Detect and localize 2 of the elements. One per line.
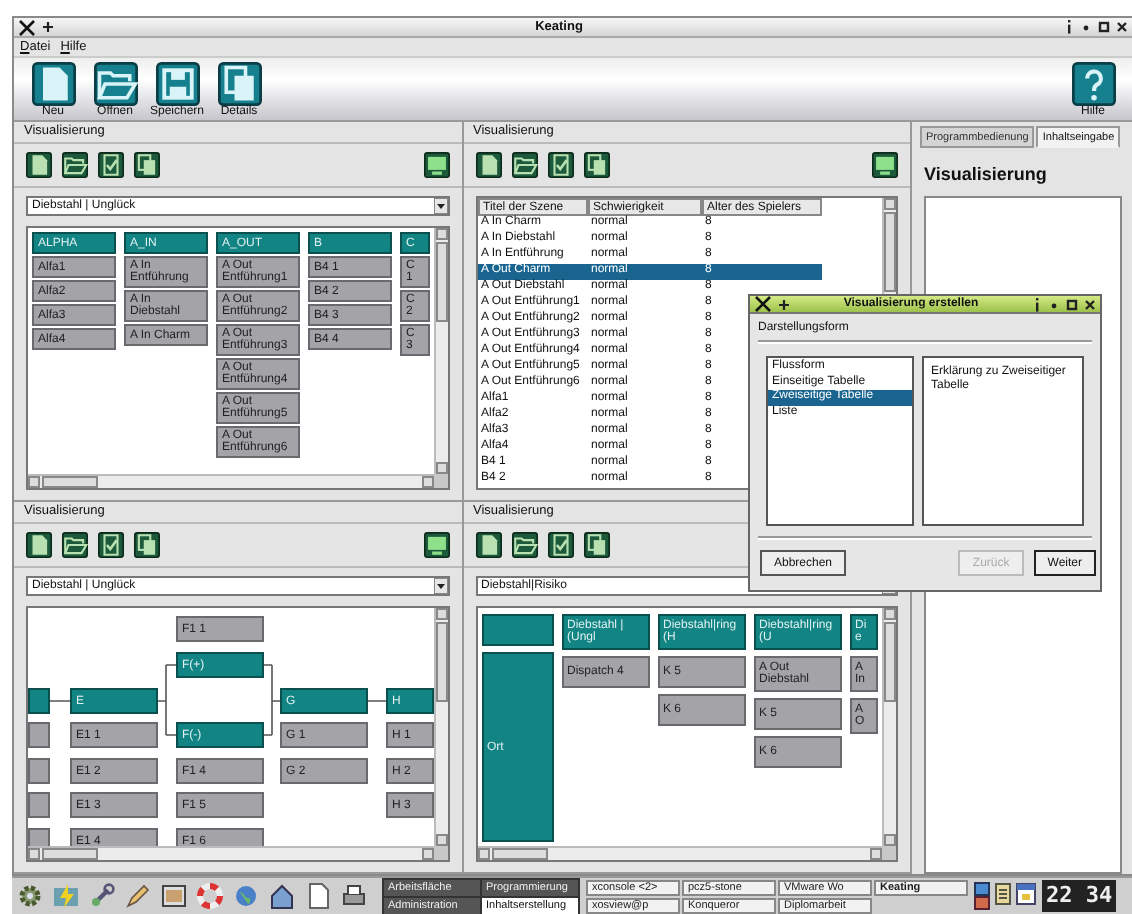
section-heading: Visualisierung	[922, 162, 1049, 188]
clock: 22 34	[1042, 880, 1117, 912]
